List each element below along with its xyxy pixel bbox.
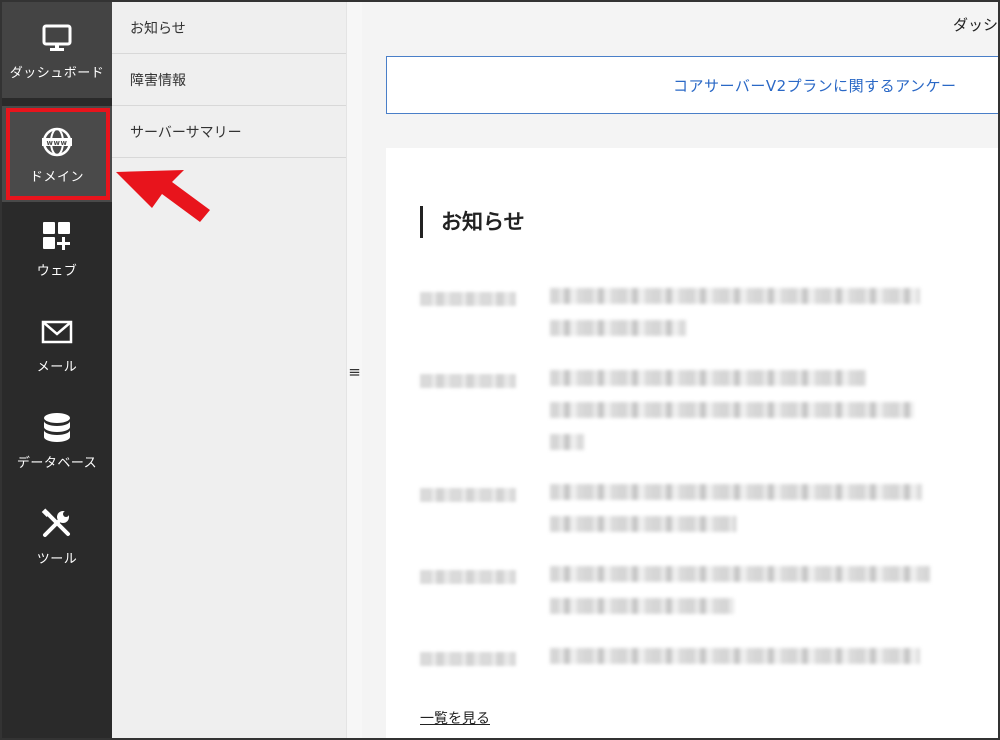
nav-item-label: メール: [36, 359, 78, 375]
submenu-item-server-summary[interactable]: サーバーサマリー: [112, 106, 346, 158]
nav-item-domain[interactable]: www ドメイン: [2, 106, 112, 202]
blurred-text: [550, 402, 914, 418]
nav-item-label: データベース: [16, 455, 98, 471]
svg-text:www: www: [47, 139, 68, 147]
banner-text: コアサーバーV2プランに関するアンケー: [673, 76, 957, 95]
blurred-text: [550, 648, 920, 664]
blurred-date: [420, 292, 516, 306]
blurred-text: [550, 370, 866, 386]
section-title: お知らせ: [420, 206, 525, 238]
list-item[interactable]: [420, 648, 980, 680]
blurred-text: [550, 566, 930, 582]
list-item[interactable]: [420, 288, 980, 352]
monitor-icon: [39, 20, 75, 56]
list-item[interactable]: [420, 370, 980, 466]
blurred-text: [550, 484, 922, 500]
sidebar-toggle[interactable]: ≡: [346, 2, 362, 738]
list-item[interactable]: [420, 566, 980, 630]
database-icon: [39, 410, 75, 446]
nav-item-database[interactable]: データベース: [2, 392, 112, 488]
survey-banner[interactable]: コアサーバーV2プランに関するアンケー: [386, 56, 998, 114]
main-nav: ダッシュボード www ドメイン ウェブ メール データベース ツール: [2, 2, 112, 738]
tools-icon: [39, 506, 75, 542]
globe-www-icon: www: [39, 124, 75, 160]
page-title: ダッシ: [952, 16, 998, 34]
blurred-date: [420, 374, 516, 388]
blurred-date: [420, 652, 516, 666]
nav-item-dashboard[interactable]: ダッシュボード: [2, 2, 112, 98]
app-window: ダッシュボード www ドメイン ウェブ メール データベース ツール お知らせ…: [0, 0, 1000, 740]
submenu-item-incidents[interactable]: 障害情報: [112, 54, 346, 106]
blurred-date: [420, 570, 516, 584]
nav-item-mail[interactable]: メール: [2, 296, 112, 392]
blurred-text: [550, 320, 686, 336]
nav-item-tools[interactable]: ツール: [2, 488, 112, 584]
submenu: お知らせ 障害情報 サーバーサマリー: [112, 2, 346, 738]
blurred-text: [550, 516, 736, 532]
nav-item-label: ダッシュボード: [9, 65, 105, 81]
blurred-date: [420, 488, 516, 502]
notice-list: [420, 288, 980, 698]
nav-item-label: ツール: [36, 551, 78, 567]
list-item[interactable]: [420, 484, 980, 548]
blurred-text: [550, 598, 734, 614]
hamburger-icon: ≡: [348, 363, 361, 381]
submenu-item-notices[interactable]: お知らせ: [112, 2, 346, 54]
nav-item-label: ウェブ: [36, 263, 78, 279]
blurred-text: [550, 288, 920, 304]
pointer-arrow-icon: [116, 170, 210, 222]
blurred-text: [550, 434, 584, 450]
view-all-link[interactable]: 一覧を見る: [420, 708, 490, 728]
main-content: ダッシ コアサーバーV2プランに関するアンケー お知らせ 一覧を見る: [362, 2, 998, 738]
grid-plus-icon: [39, 218, 75, 254]
envelope-icon: [39, 314, 75, 350]
notices-panel: お知らせ 一覧を見る: [386, 148, 998, 738]
nav-item-web[interactable]: ウェブ: [2, 200, 112, 296]
nav-item-label: ドメイン: [29, 169, 84, 185]
